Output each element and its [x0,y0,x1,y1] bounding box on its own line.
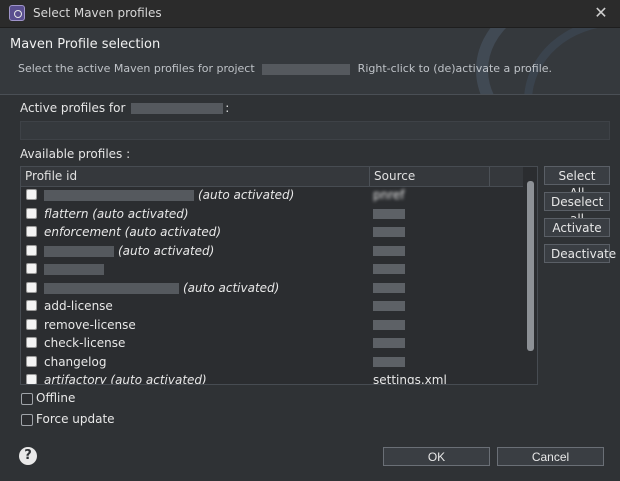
table-row[interactable]: add-license [21,297,523,316]
column-separator [489,167,490,186]
profile-checkbox[interactable] [26,207,37,219]
profile-id: enforcement (auto activated) [44,225,221,239]
profile-id: remove-license [44,318,136,332]
profile-id: check-license [44,336,125,350]
redacted-profile-source [373,208,405,219]
table-row[interactable]: remove-license [21,316,523,335]
profile-id-text: changelog [44,354,107,369]
profile-checkbox[interactable] [26,374,37,384]
profile-checkbox[interactable] [26,189,37,200]
dialog-header: Maven Profile selection Select the activ… [0,28,620,95]
help-icon[interactable]: ? [19,447,37,465]
profile-id-text: flattern (auto activated) [44,206,189,221]
profile-source: pnref [373,188,405,202]
table-row[interactable]: (auto activated) pnref [21,186,523,205]
cancel-button[interactable]: Cancel [497,447,604,466]
column-separator [369,167,370,186]
profile-id-text: check-license [44,336,126,350]
vertical-scrollbar[interactable] [523,167,537,384]
redacted-profile-source [373,319,405,330]
scrollbar-thumb[interactable] [527,181,534,351]
auto-activated-suffix: (auto activated) [118,243,215,258]
profile-id-text: enforcement (auto activated) [44,225,221,239]
redacted-project-name [262,63,351,75]
profile-id: (auto activated) [44,244,214,258]
ok-button[interactable]: OK [383,447,490,466]
profiles-table[interactable]: Profile id Source (auto activated) pnref f… [20,166,538,385]
table-row[interactable]: (auto activated) [21,242,523,261]
force-update-checkbox[interactable] [21,414,33,426]
profile-id: artifactory (auto activated) [44,373,207,385]
profile-checkbox[interactable] [26,318,37,330]
redacted-project-name [131,103,224,114]
eclipse-icon [9,5,25,21]
profile-id: flattern (auto activated) [44,207,189,221]
deactivate-button[interactable]: Deactivate [544,244,616,263]
table-row[interactable] [21,260,523,279]
table-row[interactable]: changelog [21,353,523,372]
redacted-profile-source [373,245,405,256]
profile-id [44,262,108,276]
redacted-profile-name [44,264,104,275]
close-icon[interactable]: ✕ [590,3,612,23]
profile-checkbox[interactable] [26,300,37,311]
profile-id-text: remove-license [44,317,136,332]
profile-id: (auto activated) [44,188,294,202]
title-bar: Select Maven profiles ✕ [0,0,620,28]
redacted-profile-name [44,190,194,201]
deselect-all-button[interactable]: Deselect all [544,192,610,226]
table-row[interactable]: check-license [21,334,523,353]
table-header: Profile id Source [21,167,537,187]
profile-checkbox[interactable] [26,355,37,367]
active-profiles-field[interactable] [20,121,610,140]
redacted-profile-source [373,301,405,311]
header-desc-prefix: Select the active Maven profiles for pro… [18,62,255,75]
profile-id: add-license [44,299,113,313]
profile-checkbox[interactable] [26,263,37,274]
profile-id-text: add-license [44,299,113,313]
active-profiles-label-text: Active profiles for [20,101,126,115]
profiles-rows: (auto activated) pnref flattern (auto acti… [21,186,523,385]
column-header-source[interactable]: Source [374,169,415,183]
redacted-profile-source [373,264,405,274]
offline-label: Offline [36,391,76,405]
table-row[interactable]: enforcement (auto activated) [21,223,523,242]
redacted-profile-source [373,356,405,367]
column-header-profile-id[interactable]: Profile id [25,169,77,183]
header-description: Select the active Maven profiles for pro… [18,62,552,75]
redacted-profile-source [373,282,405,293]
activate-button[interactable]: Activate [544,218,610,237]
select-all-button[interactable]: Select All [544,166,610,200]
profile-id: (auto activated) [44,281,279,295]
auto-activated-suffix: (auto activated) [183,280,280,295]
profile-source: settings.xml [373,373,447,385]
profile-checkbox[interactable] [26,281,37,293]
profile-checkbox[interactable] [26,337,37,348]
offline-checkbox[interactable] [21,393,33,405]
table-row[interactable]: artifactory (auto activated) settings.xml [21,371,523,385]
window-title: Select Maven profiles [33,6,162,20]
active-profiles-label: Active profiles for : [20,101,229,115]
profile-id: changelog [44,355,106,369]
redacted-profile-name [44,245,114,257]
redacted-profile-source [373,338,405,348]
profile-checkbox[interactable] [26,226,37,237]
redacted-profile-name [44,282,179,294]
table-row[interactable]: (auto activated) [21,279,523,298]
force-update-label: Force update [36,412,115,426]
header-desc-suffix: Right-click to (de)activate a profile. [357,62,553,75]
profile-id-text: artifactory (auto activated) [44,373,207,385]
active-profiles-colon: : [225,101,230,115]
available-profiles-label: Available profiles : [20,147,131,161]
profile-checkbox[interactable] [26,244,37,256]
header-title: Maven Profile selection [10,37,161,52]
table-row[interactable]: flattern (auto activated) [21,205,523,224]
redacted-profile-source [373,227,405,237]
auto-activated-suffix: (auto activated) [198,188,295,202]
